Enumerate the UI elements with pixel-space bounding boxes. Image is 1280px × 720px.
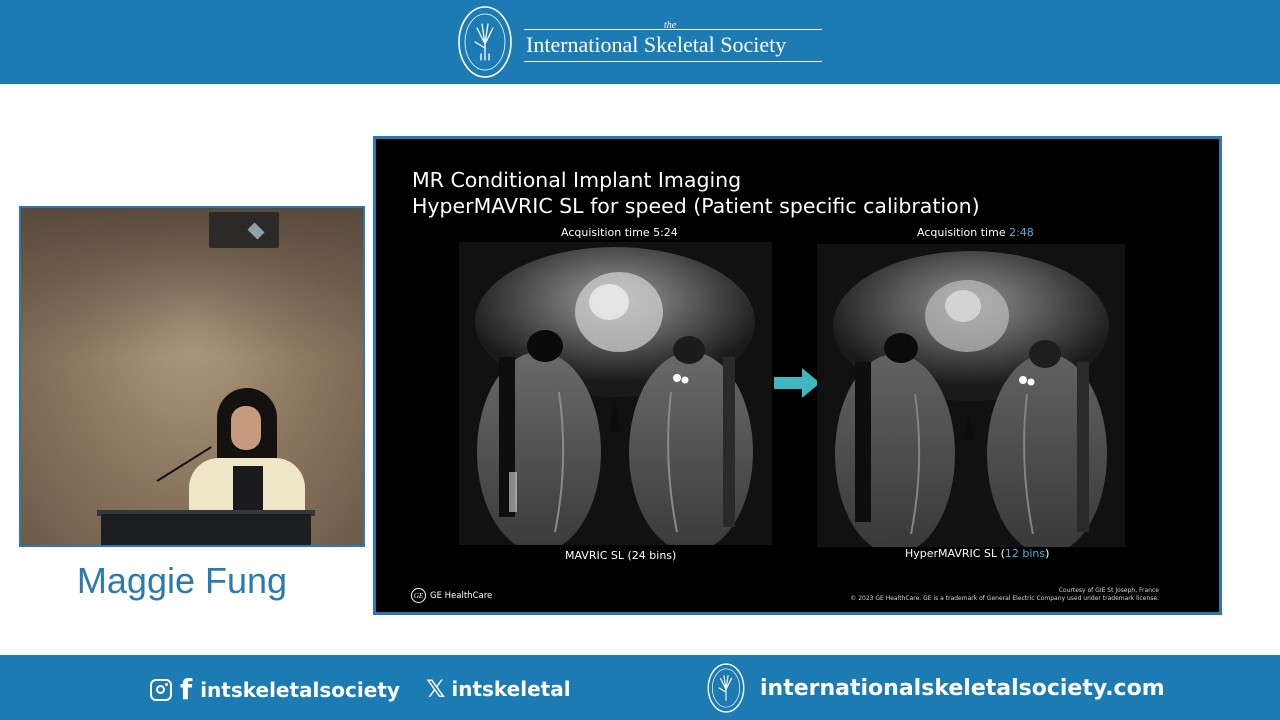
wall-shadow bbox=[21, 208, 363, 358]
instagram-icon[interactable] bbox=[150, 679, 172, 701]
website-group: internationalskeletalsociety.com bbox=[706, 662, 1165, 714]
right-caption-value: 12 bins bbox=[1004, 547, 1046, 560]
website-link[interactable]: internationalskeletalsociety.com bbox=[760, 676, 1165, 701]
right-image-caption: HyperMAVRIC SL (12 bins) bbox=[905, 547, 1049, 560]
social-handle-group: f intskeletalsociety bbox=[150, 676, 400, 704]
slide-title-line2: HyperMAVRIC SL for speed (Patient specif… bbox=[412, 194, 980, 218]
right-acquisition-label: Acquisition time 2:48 bbox=[917, 226, 1034, 239]
facebook-icon[interactable]: f bbox=[180, 676, 192, 704]
right-caption-prefix: HyperMAVRIC SL ( bbox=[905, 547, 1005, 560]
right-acquisition-value: 2:48 bbox=[1009, 226, 1034, 239]
ge-healthcare-logo: GE GE HealthCare bbox=[411, 588, 492, 603]
credit-line2: © 2023 GE HealthCare. GE is a trademark … bbox=[850, 595, 1159, 602]
left-image-caption: MAVRIC SL (24 bins) bbox=[565, 549, 677, 562]
podium bbox=[101, 514, 311, 545]
speaker-face bbox=[231, 406, 261, 450]
arrow-right-icon bbox=[774, 368, 820, 398]
credit-line1: Courtesy of GIE St Joseph, France bbox=[1058, 587, 1159, 594]
ge-logo-text: GE HealthCare bbox=[430, 590, 493, 601]
x-handle[interactable]: intskeletal bbox=[451, 677, 570, 701]
society-seal-icon bbox=[707, 663, 745, 713]
projector-lens bbox=[247, 222, 265, 240]
x-icon[interactable]: 𝕏 bbox=[426, 677, 445, 701]
ge-monogram-icon: GE bbox=[411, 588, 426, 603]
social-handle[interactable]: intskeletalsociety bbox=[200, 678, 400, 702]
presentation-slide: MR Conditional Implant Imaging HyperMAVR… bbox=[373, 136, 1222, 615]
speaker-video bbox=[19, 206, 365, 547]
right-caption-suffix: ) bbox=[1045, 547, 1050, 560]
x-handle-group: 𝕏 intskeletal bbox=[426, 677, 571, 701]
mri-image-right bbox=[817, 244, 1125, 547]
speaker-name: Maggie Fung bbox=[76, 560, 288, 601]
left-acquisition-label: Acquisition time 5:24 bbox=[561, 226, 678, 239]
footer-banner: f intskeletalsociety 𝕏 intskeletal inter… bbox=[0, 655, 1280, 720]
slide-title-line1: MR Conditional Implant Imaging bbox=[412, 168, 742, 192]
society-title: International Skeletal Society bbox=[524, 29, 822, 62]
projector bbox=[209, 212, 279, 248]
header-banner: the International Skeletal Society bbox=[0, 0, 1280, 84]
mri-image-left bbox=[459, 242, 772, 545]
slide-credit: Courtesy of GIE St Joseph, France © 2023… bbox=[850, 587, 1159, 603]
right-acquisition-prefix: Acquisition time bbox=[917, 226, 1010, 239]
slide-title: MR Conditional Implant Imaging HyperMAVR… bbox=[412, 167, 980, 219]
society-seal-icon bbox=[458, 6, 512, 78]
